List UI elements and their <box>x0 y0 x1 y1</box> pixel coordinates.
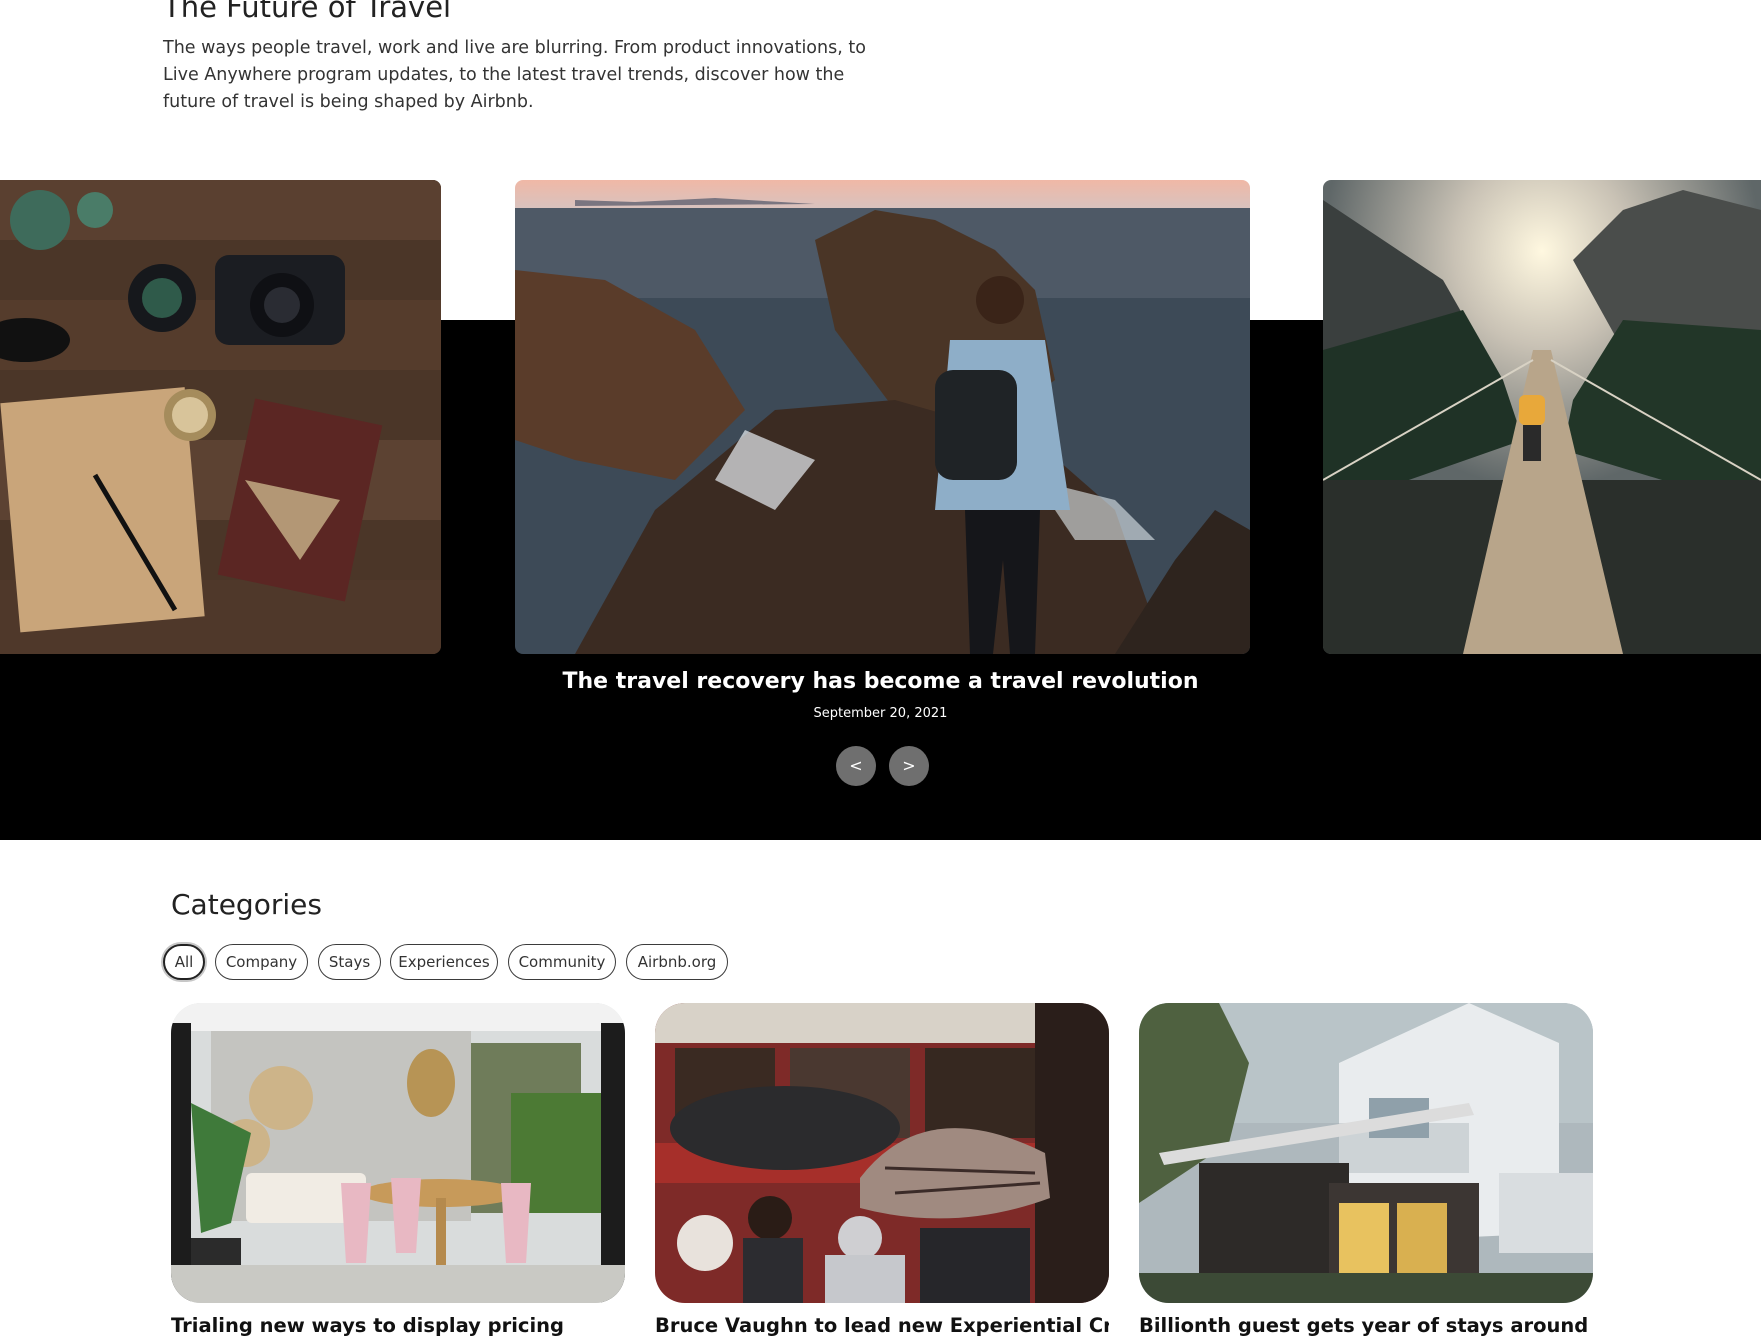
article-card-image[interactable] <box>1139 1003 1593 1303</box>
article-card-title[interactable]: Bruce Vaughn to lead new Experiential Cr… <box>655 1314 1109 1337</box>
article-card[interactable]: Trialing new ways to display pricing <box>171 1003 625 1337</box>
carousel-next-button[interactable]: > <box>889 746 929 786</box>
page-title: The Future of Travel <box>163 0 452 24</box>
categories-heading: Categories <box>171 888 322 921</box>
article-card-image[interactable] <box>655 1003 1109 1303</box>
chip-company[interactable]: Company <box>215 944 308 980</box>
modern-house-image <box>1139 1003 1593 1303</box>
carousel-slide-right[interactable] <box>1323 180 1761 654</box>
chip-community[interactable]: Community <box>508 944 616 980</box>
article-card-image[interactable] <box>171 1003 625 1303</box>
carousel-slide-title[interactable]: The travel recovery has become a travel … <box>0 669 1761 694</box>
hiker-cliffs-image <box>515 180 1250 654</box>
umbrellas-tram-image <box>655 1003 1109 1303</box>
article-card[interactable]: Billionth guest gets year of stays aroun… <box>1139 1003 1593 1337</box>
carousel-slide-active[interactable] <box>515 180 1250 654</box>
chip-stays[interactable]: Stays <box>318 944 381 980</box>
chip-airbnb-org[interactable]: Airbnb.org <box>626 944 728 980</box>
carousel-prev-button[interactable]: < <box>836 746 876 786</box>
article-card[interactable]: Bruce Vaughn to lead new Experiential Cr… <box>655 1003 1109 1337</box>
carousel-slide-left[interactable] <box>0 180 441 654</box>
outdoor-patio-image <box>171 1003 625 1303</box>
chip-experiences[interactable]: Experiences <box>390 944 498 980</box>
intro-description: The ways people travel, work and live ar… <box>163 38 866 112</box>
article-card-title[interactable]: Trialing new ways to display pricing <box>171 1314 625 1337</box>
article-card-title[interactable]: Billionth guest gets year of stays aroun… <box>1139 1314 1593 1337</box>
travel-flatlay-image <box>0 180 441 654</box>
carousel-slide-date: September 20, 2021 <box>813 706 948 721</box>
chip-all[interactable]: All <box>163 944 205 980</box>
suspension-bridge-image <box>1323 180 1761 654</box>
